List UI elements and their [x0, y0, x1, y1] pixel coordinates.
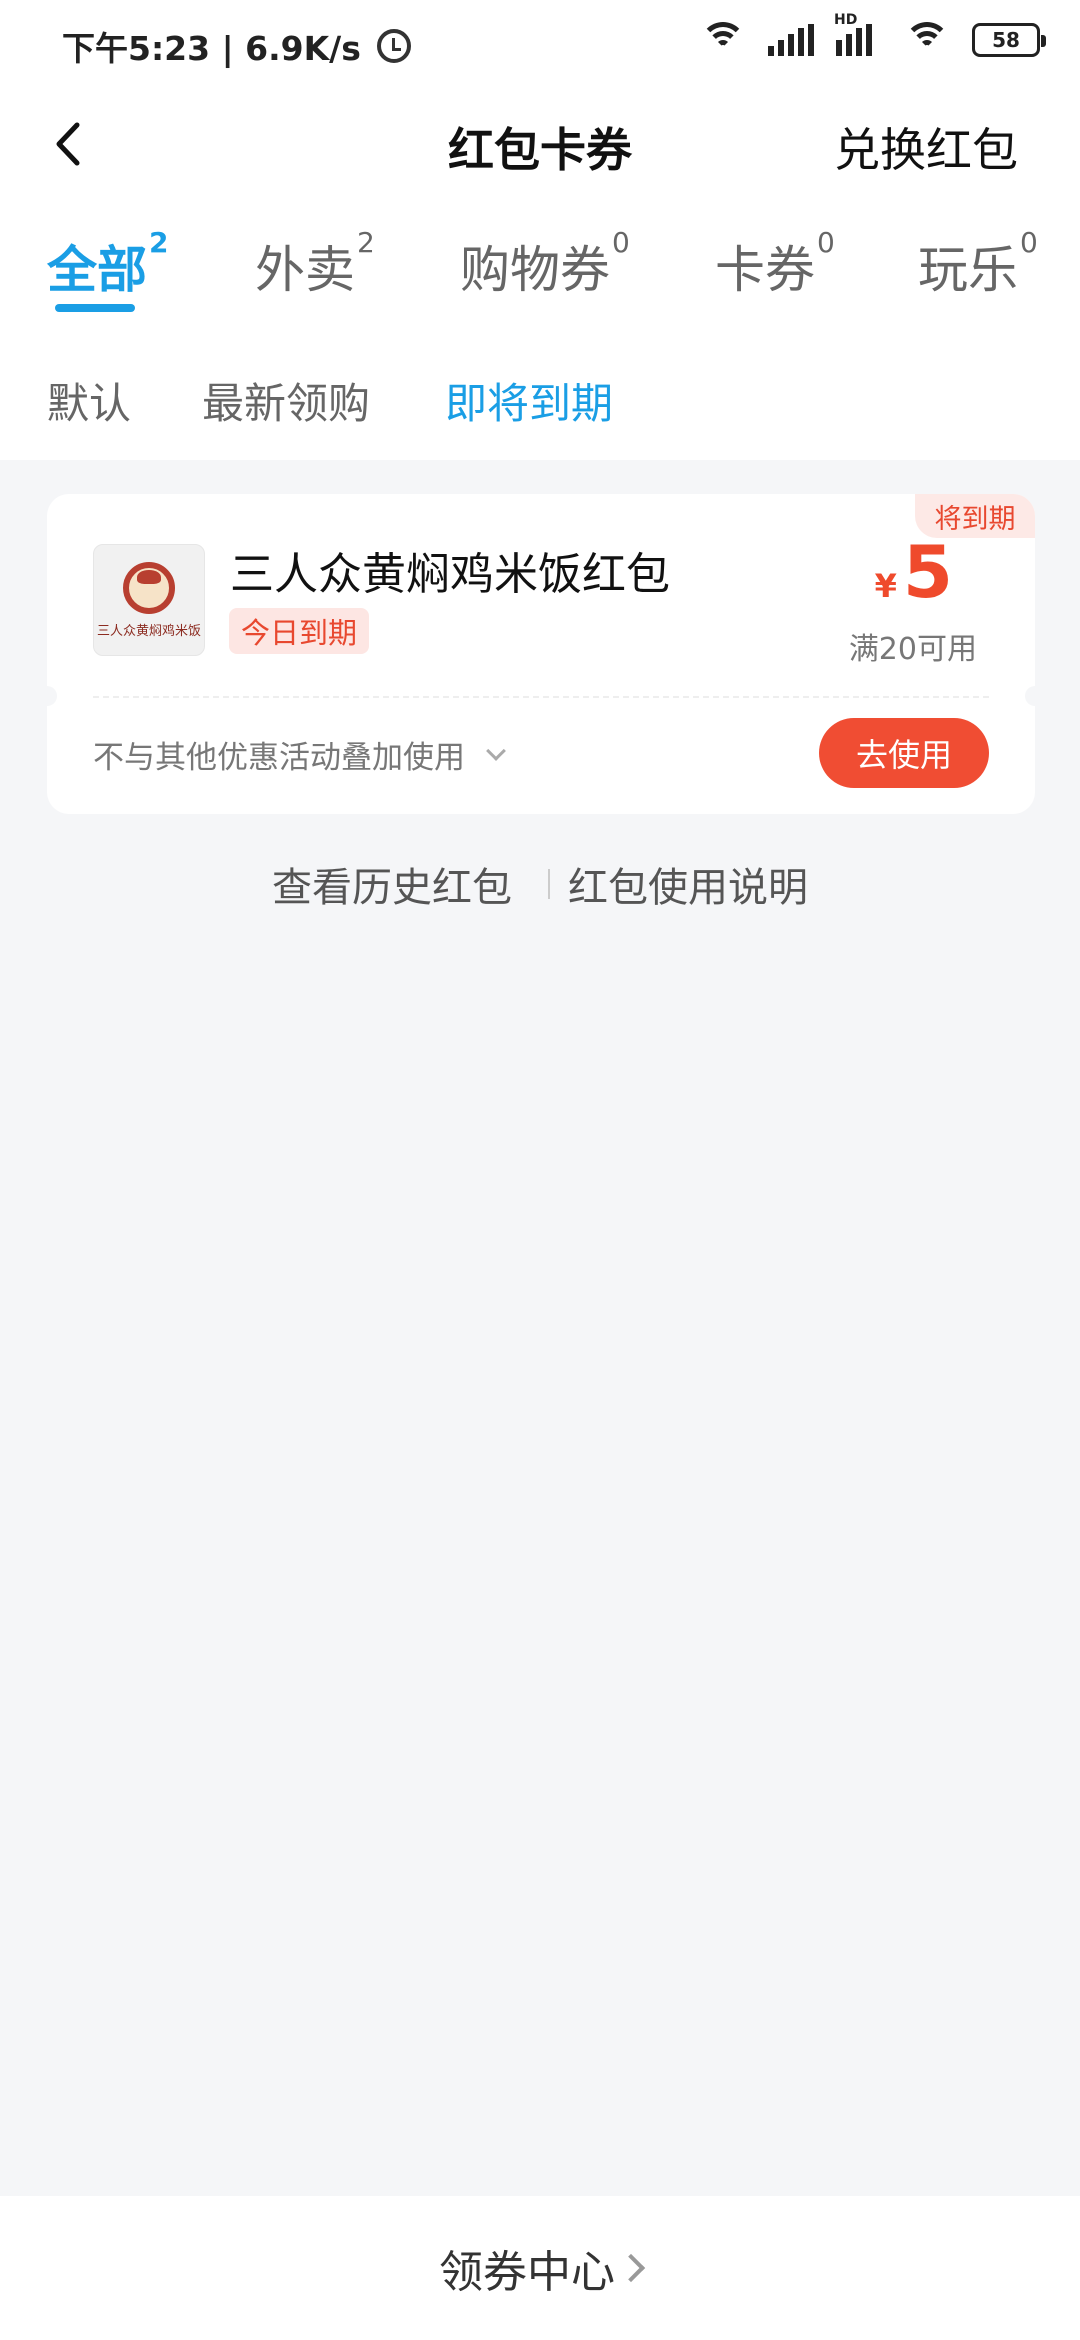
redpacket-instructions-link[interactable]: 红包使用说明	[568, 855, 808, 913]
bottom-links: 查看历史红包 红包使用说明	[0, 855, 1080, 913]
tab-count: 2	[357, 226, 375, 259]
tab-count: 2	[149, 226, 169, 259]
battery-icon: 58	[972, 23, 1046, 57]
status-bar: 下午5:23 | 6.9K/s HD 58	[0, 0, 1080, 90]
status-time: 下午5:23 | 6.9K/s	[62, 29, 361, 68]
signal-icon	[768, 24, 814, 56]
status-left: 下午5:23 | 6.9K/s	[62, 22, 411, 70]
bowl-logo-icon	[123, 561, 175, 614]
wifi-icon	[700, 22, 746, 58]
tab-count: 0	[612, 226, 630, 259]
battery-level: 58	[992, 28, 1020, 52]
link-separator	[548, 869, 550, 899]
tab-fun[interactable]: 玩乐0	[918, 226, 1038, 302]
history-redpacket-link[interactable]: 查看历史红包	[272, 855, 512, 913]
signal-hd-icon: HD	[834, 12, 882, 56]
coupon-card[interactable]: 将到期 三人众黄焖鸡米饭 三人众黄焖鸡米饭红包 今日到期 ¥ 5 满20可用 不…	[37, 494, 1045, 814]
chevron-right-icon	[616, 2253, 646, 2283]
usage-rule-text: 不与其他优惠活动叠加使用	[93, 740, 465, 776]
sort-expiring[interactable]: 即将到期	[445, 370, 613, 431]
active-tab-indicator	[55, 304, 135, 312]
alarm-icon	[376, 29, 411, 63]
tab-count: 0	[817, 226, 835, 259]
expires-today-badge: 今日到期	[229, 608, 370, 654]
status-right: HD 58	[700, 12, 1046, 58]
category-tabs: 全部2 外卖2 购物券0 卡券0 玩乐0	[0, 226, 1080, 320]
chevron-down-icon	[486, 740, 506, 761]
tab-count: 0	[1020, 226, 1038, 259]
tab-cards[interactable]: 卡券0	[715, 226, 835, 302]
header: 红包卡券 兑换红包	[0, 100, 1080, 190]
tab-shopping[interactable]: 购物券0	[460, 226, 630, 302]
sort-default[interactable]: 默认	[47, 370, 131, 431]
logo-text: 三人众黄焖鸡米饭	[96, 623, 201, 639]
coupon-value: ¥ 5	[875, 530, 953, 614]
coupon-name: 三人众黄焖鸡米饭红包	[230, 549, 670, 600]
sort-newest[interactable]: 最新领购	[202, 370, 370, 431]
tab-all[interactable]: 全部2	[47, 226, 168, 302]
coupon-center-label: 领券中心	[439, 2247, 615, 2298]
card-divider	[93, 696, 989, 698]
merchant-logo: 三人众黄焖鸡米饭	[93, 544, 205, 656]
usage-rule-toggle[interactable]: 不与其他优惠活动叠加使用	[93, 732, 506, 777]
wifi-icon-2	[904, 22, 950, 58]
currency-symbol: ¥	[874, 567, 897, 605]
coupon-center-button[interactable]: 领券中心	[0, 2196, 1080, 2340]
sort-tabs: 默认 最新领购 即将到期	[0, 370, 1080, 440]
use-coupon-button[interactable]: 去使用	[819, 718, 989, 788]
tab-takeout[interactable]: 外卖2	[255, 226, 375, 302]
card-notch-right	[1025, 686, 1045, 706]
usage-condition: 满20可用	[848, 632, 977, 667]
coupon-amount: 5	[902, 530, 953, 614]
card-notch-left	[37, 686, 57, 706]
exchange-redpacket-link[interactable]: 兑换红包	[834, 114, 1018, 180]
